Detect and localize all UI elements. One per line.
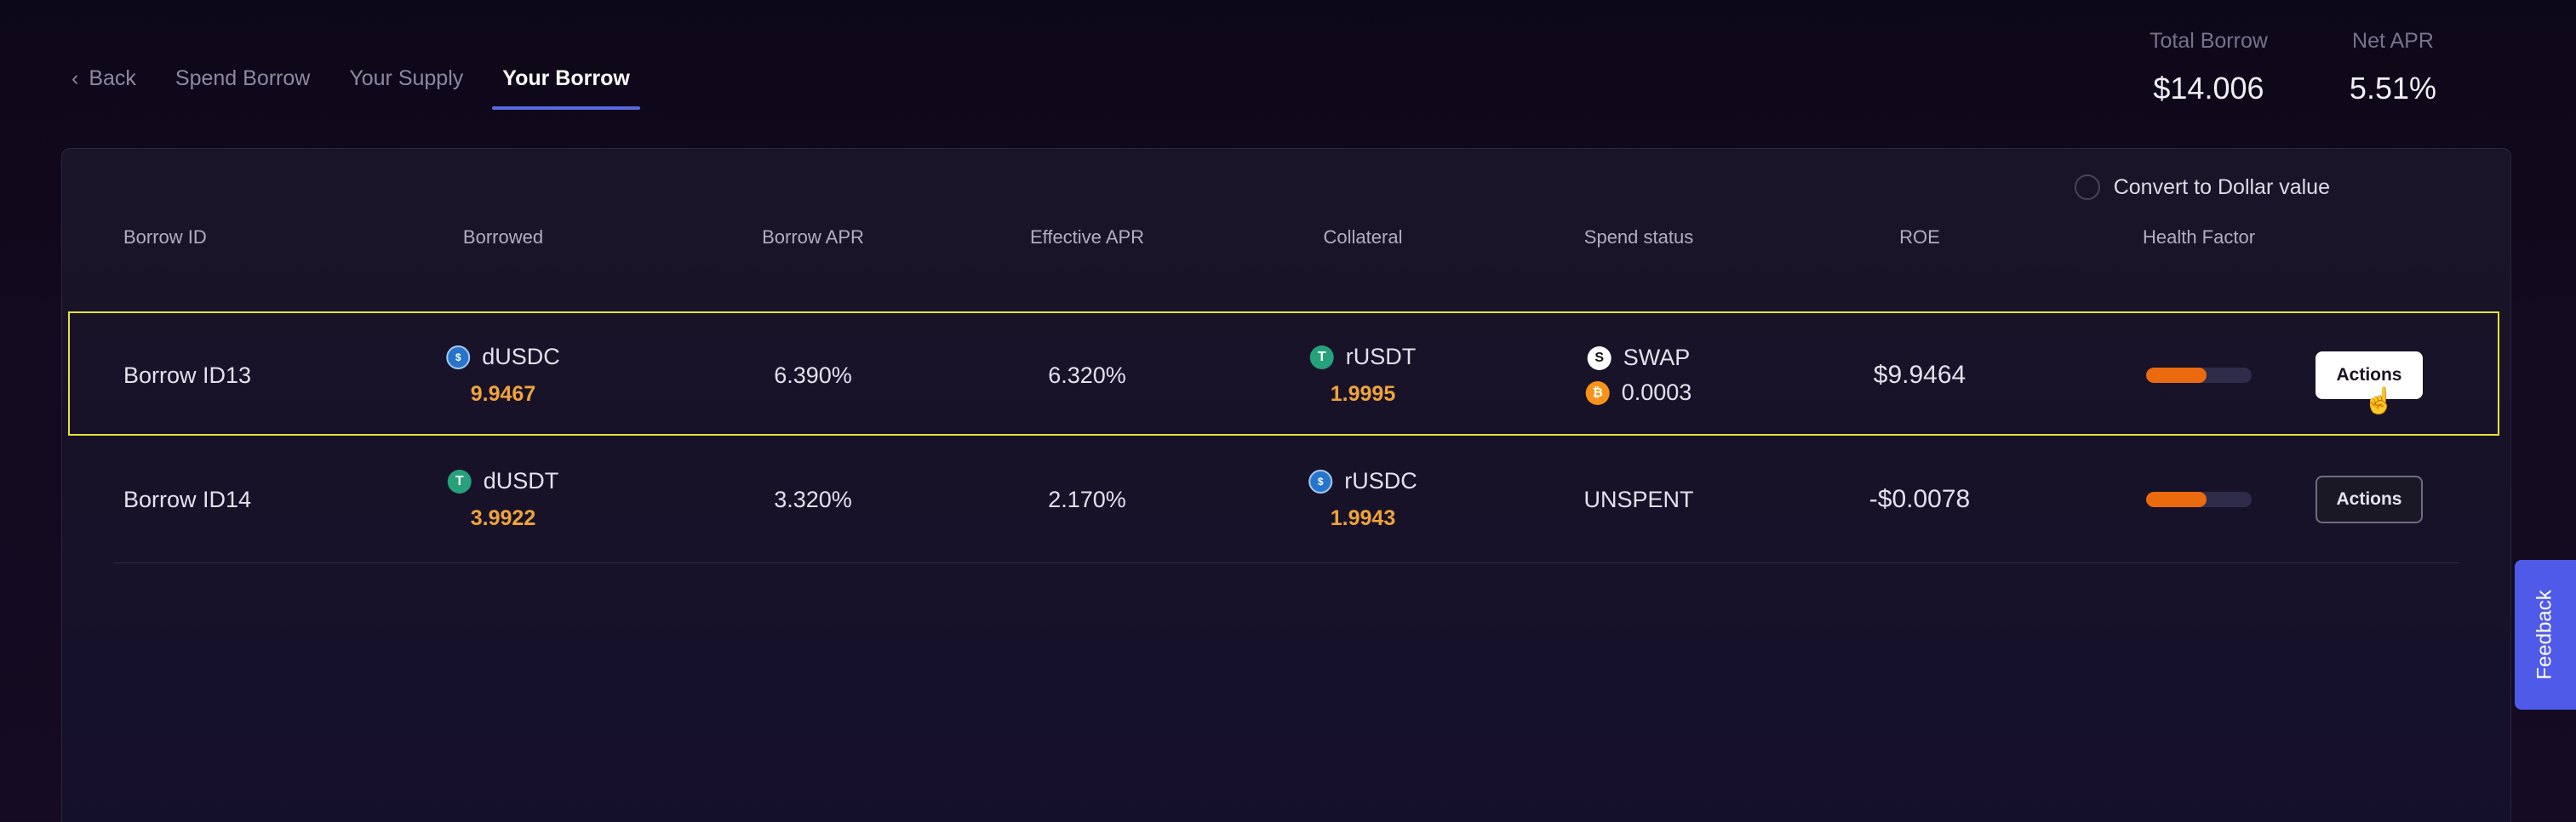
net-apr-stat: Net APR 5.51% [2350,29,2436,106]
total-borrow-value: $14.006 [2153,71,2264,106]
header-roe: ROE [1899,226,1940,248]
borrow-table-panel: Convert to Dollar value Borrow ID Borrow… [61,148,2511,822]
tab-your-supply[interactable]: Your Supply [349,66,463,91]
convert-dollar-toggle[interactable]: Convert to Dollar value [2074,174,2330,200]
actions-button[interactable]: Actions [2316,476,2423,523]
borrow-id: Borrow ID14 [123,486,252,512]
radio-button[interactable] [2074,174,2100,200]
table-row[interactable]: Borrow ID14 T dUSDT 3.9922 3.320% 2.170%… [62,447,2510,552]
total-borrow-stat: Total Borrow $14.006 [2150,29,2268,106]
header-borrow-apr: Borrow APR [762,226,864,248]
top-nav: ‹ Back Spend Borrow Your Supply Your Bor… [72,60,669,110]
borrowed-token: dUSDT [483,468,559,494]
borrowed-cell: T dUSDT 3.9922 [447,468,559,531]
hand-cursor-icon: ☝ [2363,387,2396,415]
tab-spend-borrow[interactable]: Spend Borrow [175,66,310,91]
borrowed-amount: 3.9922 [470,506,536,530]
usdc-icon: $ [1308,469,1333,494]
row-divider [113,562,2459,563]
feedback-button[interactable]: Feedback [2515,560,2576,710]
net-apr-label: Net APR [2352,29,2434,53]
collateral-amount: 1.9943 [1330,506,1396,530]
header-borrowed: Borrowed [462,226,544,248]
health-factor-fill [2146,492,2207,507]
collateral-cell: $ rUSDC 1.9943 [1308,468,1417,531]
back-button[interactable]: ‹ Back [72,66,136,91]
feedback-label: Feedback [2533,590,2556,680]
header-collateral: Collateral [1323,226,1403,248]
effective-apr: 2.170% [1048,486,1126,512]
spend-status: UNSPENT [1583,486,1694,512]
header-health-factor: Health Factor [2142,226,2256,248]
roe-value: -$0.0078 [1869,485,1971,513]
total-borrow-label: Total Borrow [2149,29,2268,53]
summary-stats: Total Borrow $14.006 Net APR 5.51% [2150,29,2436,106]
header-spend-status: Spend status [1583,226,1694,248]
health-factor-bar [2146,492,2252,507]
usdt-icon: T [447,469,472,494]
header-effective-apr: Effective APR [1029,226,1145,248]
convert-label: Convert to Dollar value [2113,174,2330,199]
back-label: Back [89,66,136,90]
table-header: Borrow ID Borrowed Borrow APR Effective … [62,220,2510,254]
chevron-left-icon: ‹ [72,66,79,90]
borrow-apr: 3.320% [774,486,852,512]
header-borrow-id: Borrow ID [123,226,207,248]
tab-your-borrow[interactable]: Your Borrow [492,66,640,110]
net-apr-value: 5.51% [2349,71,2436,106]
collateral-token: rUSDC [1344,468,1417,494]
row-highlight [68,311,2499,436]
